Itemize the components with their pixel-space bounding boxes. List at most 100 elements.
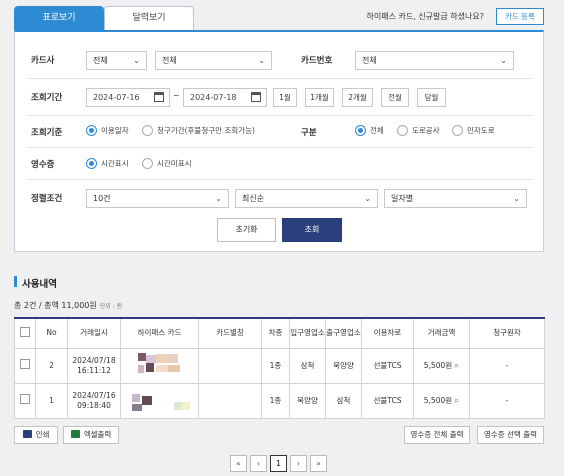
datetime-cell: 2024/07/16 09:18:40 bbox=[67, 382, 121, 419]
calendar-icon[interactable] bbox=[154, 92, 164, 102]
sort-basis-select[interactable]: 일자별 ⌄ bbox=[384, 189, 527, 208]
card-cell bbox=[120, 382, 199, 419]
preset-prev-month-button[interactable]: 전월 bbox=[381, 88, 409, 107]
column-header: 카드별칭 bbox=[198, 317, 262, 349]
column-header: 이용차로 bbox=[361, 317, 414, 349]
radio-label: 이용일자 bbox=[101, 126, 129, 135]
search-panel: 카드사 전체 ⌄ 전체 ⌄ 카드번호 전체 ⌄ 조회기간 2024-07-16 ~ 2… bbox=[14, 30, 544, 252]
section-marker bbox=[14, 276, 17, 287]
checkbox-icon[interactable] bbox=[20, 326, 30, 337]
end-date-input[interactable]: 2024-07-18 bbox=[183, 88, 267, 107]
search-button[interactable]: 조회 bbox=[282, 218, 342, 242]
preset-this-month-button[interactable]: 당월 bbox=[417, 88, 446, 107]
page-size-select[interactable]: 10건 ⌄ bbox=[86, 189, 229, 208]
next-page-button[interactable]: › bbox=[290, 455, 307, 472]
column-header: 차종 bbox=[261, 317, 290, 349]
card-register-button[interactable]: 카드 등록 bbox=[496, 8, 544, 25]
division-all-radio[interactable]: 전체 bbox=[355, 124, 384, 137]
radio-checked-icon bbox=[86, 157, 97, 169]
claim-cell: - bbox=[469, 347, 545, 384]
checkbox-icon[interactable] bbox=[20, 394, 30, 404]
chevron-down-icon: ⌄ bbox=[258, 56, 265, 65]
reset-button[interactable]: 초기화 bbox=[217, 218, 276, 242]
checkbox-icon[interactable] bbox=[20, 359, 30, 369]
vehicle-cell: 1종 bbox=[261, 347, 290, 384]
radio-label: 민자도로 bbox=[467, 126, 495, 135]
prev-page-button[interactable]: ‹ bbox=[250, 455, 267, 472]
sort-order-select[interactable]: 최신순 ⌄ bbox=[235, 189, 378, 208]
results-summary: 총 2건 / 총액 11,000원 단위 : 원 bbox=[14, 300, 122, 311]
radio-label: 도로공사 bbox=[412, 126, 440, 135]
chevron-down-icon: ⌄ bbox=[133, 56, 140, 65]
receipt-show-time-radio[interactable]: 시간표시 bbox=[86, 157, 129, 170]
magnifier-icon[interactable]: ⌕ bbox=[454, 361, 459, 371]
results-table: No 거래일시 하이패스 카드 카드별칭 차종 입구영업소 출구영업소 이용차로… bbox=[14, 317, 545, 419]
card-number-value: 전체 bbox=[362, 56, 377, 65]
division-private-road-radio[interactable]: 민자도로 bbox=[452, 124, 495, 137]
vehicle-cell: 1종 bbox=[261, 382, 290, 419]
amount-text: 5,500원 bbox=[423, 395, 453, 405]
radio-unchecked-icon bbox=[452, 124, 463, 136]
radio-unchecked-icon bbox=[397, 124, 408, 136]
sort-order-value: 최신순 bbox=[242, 194, 265, 203]
criteria-billing-period-radio[interactable]: 청구기간(후불청구만 조회가능) bbox=[142, 124, 255, 137]
preset-1-button[interactable]: 1월 bbox=[273, 88, 297, 107]
last-page-button[interactable]: » bbox=[310, 455, 327, 472]
view-tabs: 표로보기 달력보기 하이패스 카드, 신규발급 하셨나요? 카드 등록 bbox=[14, 6, 544, 30]
criteria-label: 조회기준 bbox=[31, 128, 63, 138]
start-date-value: 2024-07-16 bbox=[93, 93, 140, 102]
card-company-value: 전체 bbox=[93, 56, 108, 65]
entry-cell: 삼척 bbox=[289, 347, 326, 384]
divider bbox=[27, 115, 533, 116]
row-checkbox-cell[interactable] bbox=[14, 382, 36, 419]
row-checkbox-cell[interactable] bbox=[14, 347, 36, 384]
date-text: 2024/07/18 bbox=[72, 355, 116, 365]
lane-cell: 선불TCS bbox=[361, 347, 414, 384]
tab-table-view[interactable]: 표로보기 bbox=[14, 6, 104, 30]
receipt-print-selected-button[interactable]: 영수증 선택 출력 bbox=[477, 426, 544, 444]
sort-label: 정렬조건 bbox=[31, 194, 63, 204]
claim-cell: - bbox=[469, 382, 545, 419]
date-separator: ~ bbox=[173, 91, 180, 100]
excel-label: 엑셀출력 bbox=[83, 430, 112, 439]
card-company-select[interactable]: 전체 ⌄ bbox=[86, 51, 147, 70]
magnifier-icon[interactable]: ⌕ bbox=[454, 396, 459, 406]
time-text: 09:18:40 bbox=[77, 400, 111, 410]
radio-checked-icon bbox=[355, 124, 366, 136]
page-number-button[interactable]: 1 bbox=[270, 455, 287, 472]
datetime-cell: 2024/07/18 16:11:12 bbox=[67, 347, 121, 384]
lane-cell: 선불TCS bbox=[361, 382, 414, 419]
excel-export-button[interactable]: 엑셀출력 bbox=[63, 426, 119, 444]
chevron-down-icon: ⌄ bbox=[513, 194, 520, 203]
preset-2month-button[interactable]: 2개월 bbox=[342, 88, 373, 107]
radio-label: 시간미표시 bbox=[157, 159, 192, 168]
preset-1month-button[interactable]: 1개월 bbox=[305, 88, 334, 107]
card-number-select[interactable]: 전체 ⌄ bbox=[355, 51, 514, 70]
tab-calendar-view[interactable]: 달력보기 bbox=[104, 6, 194, 30]
column-header: 청구원자 bbox=[469, 317, 545, 349]
date-text: 2024/07/16 bbox=[72, 390, 116, 400]
start-date-input[interactable]: 2024-07-16 bbox=[86, 88, 170, 107]
card-type-select[interactable]: 전체 ⌄ bbox=[155, 51, 272, 70]
alias-cell bbox=[198, 347, 262, 384]
table-header-row: No 거래일시 하이패스 카드 카드별칭 차종 입구영업소 출구영업소 이용차로… bbox=[14, 317, 545, 349]
time-text: 16:11:12 bbox=[77, 365, 111, 375]
receipt-print-all-button[interactable]: 영수증 전체 출력 bbox=[404, 426, 470, 444]
divider bbox=[27, 78, 533, 79]
alias-cell bbox=[198, 382, 262, 419]
column-header: No bbox=[35, 317, 68, 349]
receipt-hide-time-radio[interactable]: 시간미표시 bbox=[142, 157, 192, 170]
calendar-icon[interactable] bbox=[251, 92, 261, 102]
divider bbox=[27, 179, 533, 180]
print-button[interactable]: 인쇄 bbox=[14, 426, 58, 444]
table-row: 1 2024/07/16 09:18:40 1종 묵양양 삼척 선불TCS 5,5… bbox=[14, 382, 545, 419]
amount-cell: 5,500원 ⌕ bbox=[413, 347, 470, 384]
first-page-button[interactable]: « bbox=[230, 455, 247, 472]
period-label: 조회기간 bbox=[31, 93, 63, 103]
division-expressway-radio[interactable]: 도로공사 bbox=[397, 124, 440, 137]
print-label: 인쇄 bbox=[35, 430, 50, 439]
criteria-usage-date-radio[interactable]: 이용일자 bbox=[86, 124, 129, 137]
card-cell bbox=[120, 347, 199, 384]
header-select-all[interactable] bbox=[14, 317, 36, 349]
amount-text: 5,500원 bbox=[423, 360, 453, 370]
